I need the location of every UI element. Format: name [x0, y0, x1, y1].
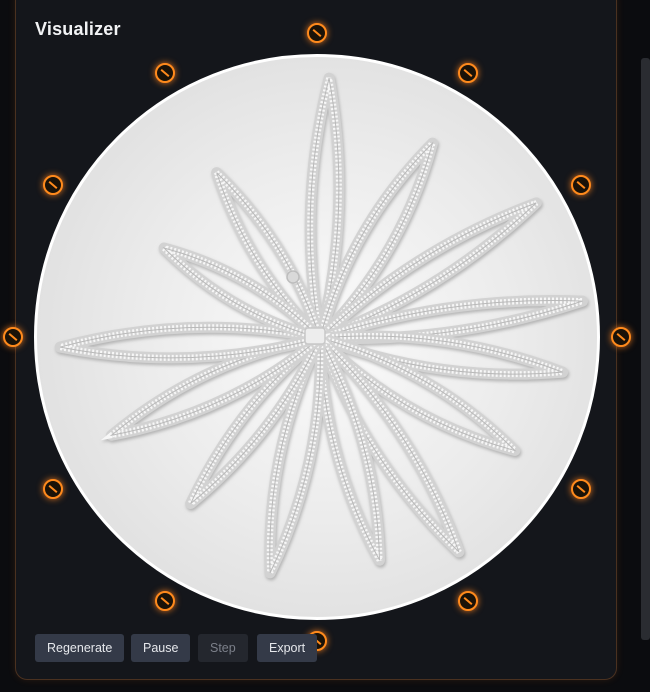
- orange-circle-pin-icon[interactable]: [3, 327, 23, 347]
- visualizer-canvas[interactable]: [34, 54, 600, 620]
- orange-circle-pin-icon[interactable]: [571, 175, 591, 195]
- center-bead: [286, 270, 300, 284]
- step-button[interactable]: Step: [198, 634, 248, 662]
- export-button[interactable]: Export: [257, 634, 318, 662]
- pause-button[interactable]: Pause: [131, 634, 191, 662]
- orange-circle-pin-icon[interactable]: [458, 63, 478, 83]
- orange-circle-pin-icon[interactable]: [155, 63, 175, 83]
- regenerate-button[interactable]: Regenerate: [35, 634, 125, 662]
- orange-circle-pin-icon[interactable]: [611, 327, 631, 347]
- panel-title: Visualizer: [35, 19, 121, 39]
- flower-pattern: [54, 72, 588, 579]
- orange-circle-pin-icon[interactable]: [571, 479, 591, 499]
- orange-circle-pin-icon[interactable]: [155, 591, 175, 611]
- scrollbar[interactable]: [641, 58, 650, 640]
- center-hub: [304, 327, 326, 345]
- orange-circle-pin-icon[interactable]: [43, 479, 63, 499]
- orange-circle-pin-icon[interactable]: [458, 591, 478, 611]
- orange-circle-pin-icon[interactable]: [43, 175, 63, 195]
- orange-circle-pin-icon[interactable]: [307, 23, 327, 43]
